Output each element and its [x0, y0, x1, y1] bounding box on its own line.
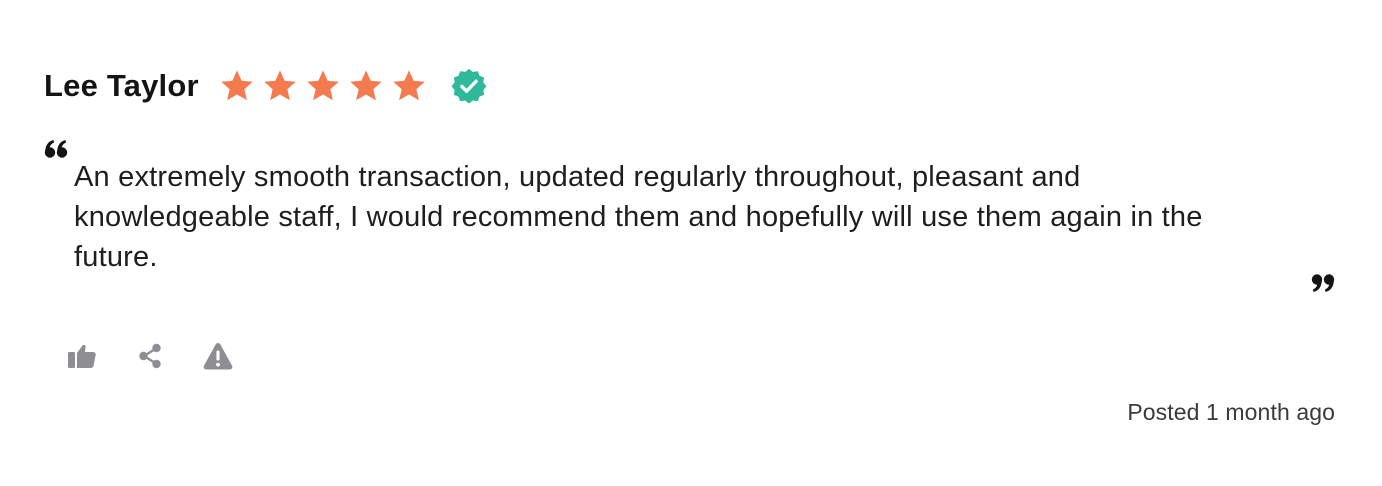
review-card: Lee Taylor An extremely smooth transacti… [0, 0, 1382, 486]
report-button[interactable] [200, 338, 236, 374]
star-icon [393, 70, 425, 101]
star-icon [264, 70, 296, 101]
close-quote-icon [1311, 274, 1335, 292]
share-button[interactable] [132, 338, 168, 374]
open-quote-icon [44, 140, 68, 158]
like-button[interactable] [64, 338, 100, 374]
reviewer-name: Lee Taylor [44, 68, 199, 103]
review-text: An extremely smooth transaction, updated… [74, 161, 1203, 273]
thumbs-up-icon [68, 344, 96, 368]
review-header: Lee Taylor [44, 64, 488, 108]
star-icon [221, 70, 253, 101]
share-icon [139, 343, 161, 369]
posted-date: Posted 1 month ago [1127, 399, 1335, 425]
star-icon [350, 70, 382, 101]
star-rating [219, 68, 434, 104]
warning-icon [203, 343, 233, 370]
star-icon [307, 70, 339, 101]
verified-badge-icon [451, 68, 487, 104]
review-actions [64, 338, 236, 374]
